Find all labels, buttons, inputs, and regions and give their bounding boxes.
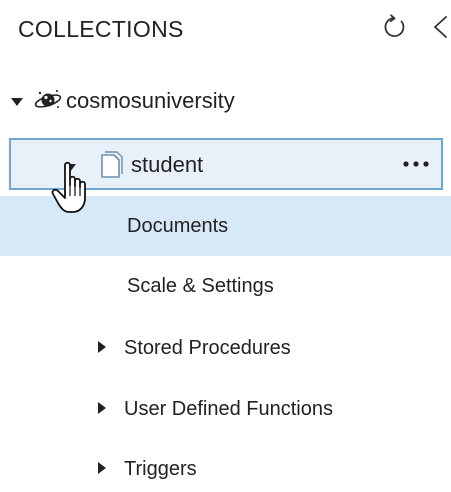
user-defined-functions-label: User Defined Functions xyxy=(124,398,333,420)
collection-document-icon xyxy=(101,151,123,178)
tree-item-stored-procedures[interactable]: Stored Procedures xyxy=(0,320,451,378)
tree-item-documents[interactable]: Documents xyxy=(0,196,451,256)
database-planet-icon xyxy=(34,90,62,108)
documents-label: Documents xyxy=(127,215,229,237)
collapse-panel-button[interactable] xyxy=(426,12,451,42)
caret-right-icon[interactable] xyxy=(97,461,107,475)
scale-settings-label: Scale & Settings xyxy=(127,275,274,297)
chevron-left-icon xyxy=(434,16,447,38)
refresh-icon xyxy=(384,14,405,37)
refresh-button[interactable] xyxy=(380,12,410,42)
caret-right-icon[interactable] xyxy=(97,401,107,415)
collection-label: student xyxy=(131,152,204,177)
more-options-button[interactable] xyxy=(399,150,433,178)
panel-header: COLLECTIONS xyxy=(0,0,451,64)
caret-right-icon[interactable] xyxy=(97,340,107,354)
tree-item-scale-settings[interactable]: Scale & Settings xyxy=(0,258,451,316)
caret-down-icon[interactable] xyxy=(10,96,24,108)
panel-title: COLLECTIONS xyxy=(18,16,184,42)
tree-item-triggers[interactable]: Triggers xyxy=(0,441,451,492)
triggers-label: Triggers xyxy=(124,458,197,480)
tree-node-database[interactable]: cosmosuniversity xyxy=(0,78,451,126)
ellipsis-icon xyxy=(403,161,429,167)
database-label: cosmosuniversity xyxy=(66,88,235,113)
stored-procedures-label: Stored Procedures xyxy=(124,337,291,359)
tree-item-user-defined-functions[interactable]: User Defined Functions xyxy=(0,381,451,439)
tree-node-collection[interactable]: student xyxy=(9,138,443,190)
caret-down-icon[interactable] xyxy=(63,162,77,174)
collections-panel: COLLECTIONS cosmosuniversity student Doc… xyxy=(0,0,451,492)
